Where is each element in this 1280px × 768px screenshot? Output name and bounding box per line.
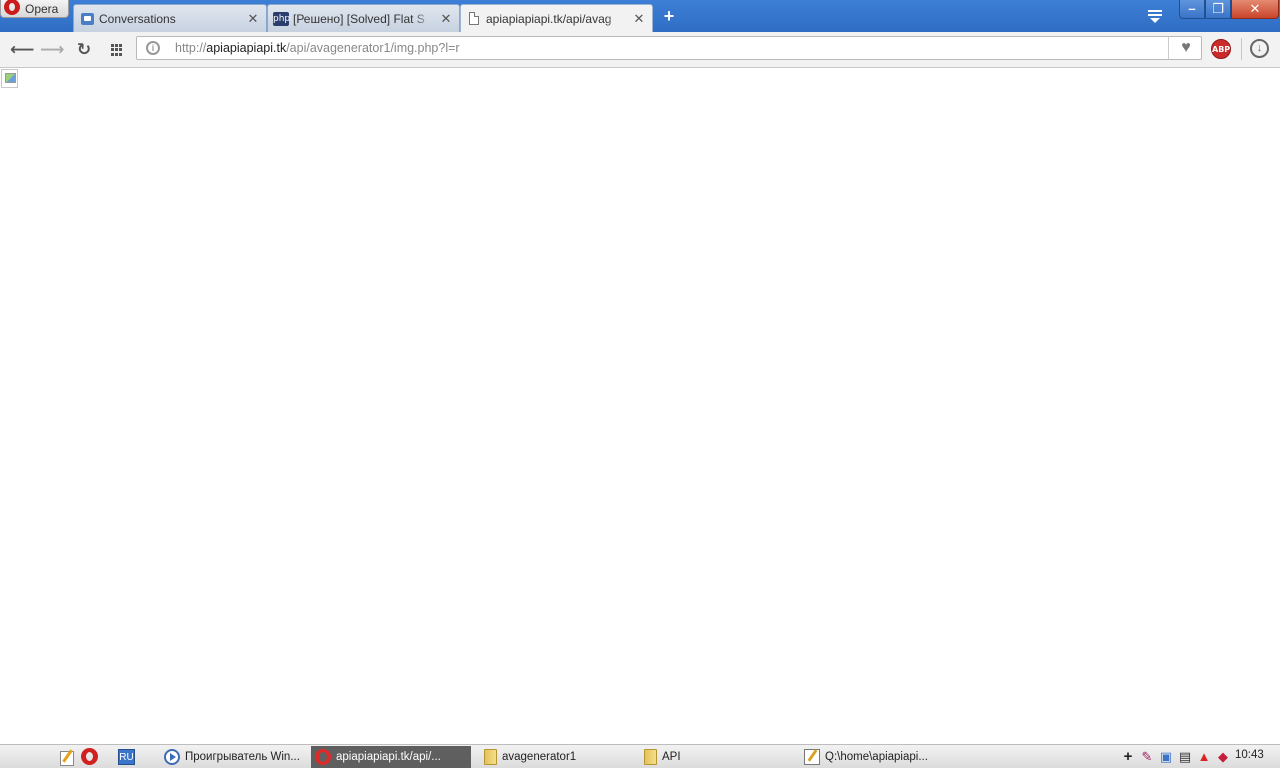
warning-icon[interactable]: ▲	[1196, 749, 1212, 765]
browser-titlebar: Opera Conversations ✕ php [Решено] [Solv…	[0, 0, 1280, 32]
url-scheme: http://	[175, 41, 207, 55]
network-icon[interactable]: ▣	[1158, 749, 1174, 765]
tab-apiapiapiapi[interactable]: apiapiapiapi.tk/api/avag ✕	[460, 4, 653, 32]
opera-menu-label: Opera	[25, 1, 59, 16]
tab-menu-icon[interactable]	[1146, 8, 1164, 24]
clock[interactable]: 10:43	[1235, 749, 1264, 761]
task-label: Проигрыватель Win...	[185, 751, 300, 763]
url-path: /api/avagenerator1/img.php?l=r	[286, 41, 460, 55]
address-bar[interactable]: i http://apiapiapiapi.tk/api/avagenerato…	[136, 36, 1202, 60]
notepad-icon	[804, 749, 820, 765]
language-indicator[interactable]: RU	[118, 749, 135, 765]
address-bar-divider	[1168, 37, 1169, 59]
pen-icon[interactable]: ✎	[1139, 749, 1155, 765]
task-label: Q:\home\apiapiapi...	[825, 751, 928, 763]
minimize-button[interactable]: –	[1179, 0, 1205, 19]
opera-logo-icon	[4, 0, 20, 15]
download-icon[interactable]: ↓	[1250, 39, 1269, 58]
conversations-icon	[80, 12, 94, 26]
site-info-icon[interactable]: i	[146, 41, 160, 55]
notepad-launcher-icon[interactable]	[58, 748, 76, 766]
task-label: API	[662, 751, 681, 763]
tab-solved-thread[interactable]: php [Решено] [Solved] Flat S ✕	[267, 4, 460, 32]
plus-icon[interactable]: +	[1120, 749, 1136, 765]
opera-icon	[315, 749, 331, 765]
reload-button[interactable]: ↻	[73, 39, 95, 61]
document-icon	[467, 12, 481, 26]
task-label: apiapiapiapi.tk/api/...	[336, 751, 441, 763]
system-tray: + ✎ ▣ ▤ ▲ ◆	[1120, 747, 1231, 767]
speed-dial-grid-icon[interactable]	[106, 39, 128, 61]
tab-close-icon[interactable]: ✕	[632, 11, 646, 26]
folder-icon	[484, 749, 497, 765]
tab-title: apiapiapiapi.tk/api/avag	[486, 11, 612, 26]
tab-close-icon[interactable]: ✕	[246, 11, 260, 26]
new-tab-button[interactable]: +	[660, 7, 678, 25]
task-notepad[interactable]: Q:\home\apiapiapi...	[800, 746, 960, 768]
broken-image-icon	[1, 69, 18, 88]
shield-icon[interactable]: ◆	[1215, 749, 1231, 765]
tab-close-icon[interactable]: ✕	[439, 11, 453, 26]
toolbar-divider	[1241, 38, 1242, 60]
taskbar: RU Проигрыватель Win... apiapiapiapi.tk/…	[0, 744, 1280, 768]
navigation-bar: ⟵ ⟶ ↻ i http://apiapiapiapi.tk/api/avage…	[0, 32, 1280, 68]
task-folder-avagenerator1[interactable]: avagenerator1	[480, 746, 635, 768]
url-host: apiapiapiapi.tk	[206, 41, 287, 55]
restore-button[interactable]: ❐	[1205, 0, 1231, 19]
task-media-player[interactable]: Проигрыватель Win...	[160, 746, 310, 768]
opera-launcher-icon[interactable]	[81, 748, 98, 765]
back-button[interactable]: ⟵	[10, 39, 34, 61]
tab-title: Conversations	[99, 11, 176, 26]
opera-menu-button[interactable]: Opera	[0, 0, 69, 18]
php-icon: php	[273, 11, 291, 26]
usb-icon[interactable]: ▤	[1177, 749, 1193, 765]
close-window-button[interactable]: ✕	[1231, 0, 1279, 19]
media-player-icon	[164, 749, 180, 765]
task-folder-api[interactable]: API	[640, 746, 795, 768]
adblock-plus-icon[interactable]: ABP	[1211, 39, 1231, 59]
tab-conversations[interactable]: Conversations ✕	[73, 4, 267, 32]
task-opera-browser[interactable]: apiapiapiapi.tk/api/...	[311, 746, 471, 768]
heart-icon[interactable]: ♥	[1176, 39, 1196, 57]
task-label: avagenerator1	[502, 751, 577, 763]
folder-icon	[644, 749, 657, 765]
url-text[interactable]: http://apiapiapiapi.tk/api/avagenerator1…	[175, 41, 460, 55]
start-menu-apple-icon[interactable]	[19, 748, 37, 766]
tab-title: [Решено] [Solved] Flat S	[293, 11, 425, 26]
forward-button[interactable]: ⟶	[40, 39, 64, 61]
